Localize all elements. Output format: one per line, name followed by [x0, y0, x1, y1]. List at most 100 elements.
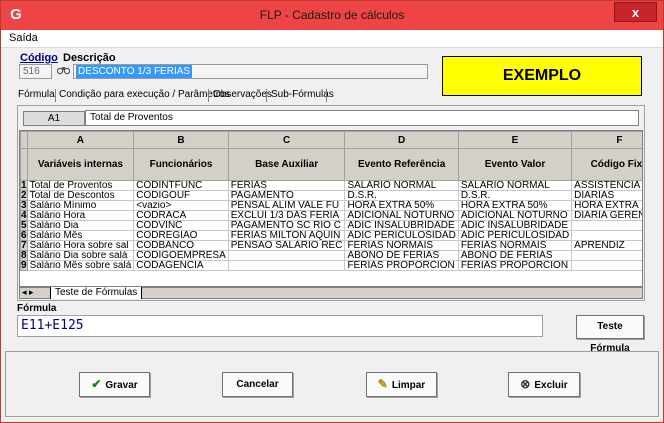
grid-cell[interactable]: PENSAO SALARIO REC: [227, 240, 346, 251]
grid-cell[interactable]: PAGAMENTO SC RIO C: [227, 220, 346, 231]
table-row[interactable]: 9 Salário Mês sobre salá CODAGENCIA FERIAS …: [20, 260, 642, 271]
grid-cell[interactable]: APRENDIZ: [571, 240, 642, 251]
checkmark-icon: ✔: [91, 377, 102, 391]
table-row[interactable]: 6 Salário Mês CODREGIAO FERIAS MILTON AQUIN…: [20, 230, 642, 241]
excluir-label: Excluir: [534, 380, 568, 391]
grid-cell[interactable]: CODIGOUF: [133, 190, 229, 201]
grid-cell[interactable]: [227, 260, 346, 271]
grid-cell[interactable]: CODINTFUNC: [133, 180, 229, 191]
formula-input[interactable]: E11+E125: [17, 315, 543, 337]
grid-cell[interactable]: FERIAS NORMAIS: [344, 240, 459, 251]
grid-cell[interactable]: CODAGENCIA: [133, 260, 229, 271]
grid-cell[interactable]: Salário Mês: [26, 230, 135, 241]
row-number[interactable]: 5: [20, 220, 28, 231]
column-header[interactable]: E: [457, 131, 573, 149]
tab-condicao[interactable]: Condição para execução / Parâmetros: [59, 89, 230, 100]
close-button[interactable]: x: [614, 2, 657, 22]
grid-cell[interactable]: <vazio>: [133, 200, 229, 211]
grid-cell[interactable]: D.S.R.: [457, 190, 573, 201]
limpar-button[interactable]: ✎ Limpar: [366, 372, 437, 397]
sheet-nav-arrows-icon[interactable]: ◂ ▸: [22, 287, 34, 298]
grid-cell[interactable]: Salário Mínimo: [26, 200, 135, 211]
grid-cell[interactable]: Total de Descontos: [26, 190, 135, 201]
tab-formula[interactable]: Fórmula: [18, 89, 55, 100]
column-header[interactable]: F: [571, 131, 642, 149]
row-number[interactable]: 3: [20, 200, 28, 211]
grid-cell[interactable]: [571, 230, 642, 241]
row-number[interactable]: 1: [20, 180, 28, 191]
grid-cell[interactable]: HORA EXTRA: [571, 200, 642, 211]
grid-cell[interactable]: ADIC INSALUBRIDADE: [457, 220, 573, 231]
grid-cell[interactable]: FERIAS NORMAIS: [457, 240, 573, 251]
column-header[interactable]: B: [133, 131, 229, 149]
grid-cell[interactable]: DIARIA GERENCIA: [571, 210, 642, 221]
column-header[interactable]: A: [26, 131, 135, 149]
row-number[interactable]: 8: [20, 250, 28, 261]
column-header[interactable]: D: [344, 131, 459, 149]
grid-cell[interactable]: Salário Mês sobre salá: [26, 260, 135, 271]
grid-cell[interactable]: CODIGOEMPRESA: [133, 250, 229, 261]
grid-cell[interactable]: Salário Hora: [26, 210, 135, 221]
table-row[interactable]: 5 Salário Dia CODVINC PAGAMENTO SC RIO C ADI…: [20, 220, 642, 231]
sheet-tab-teste[interactable]: Teste de Fórmulas: [50, 287, 143, 299]
row-number[interactable]: 4: [20, 210, 28, 221]
row-number[interactable]: 2: [20, 190, 28, 201]
grid-cell[interactable]: PENSAL ALIM VALE FU: [227, 200, 346, 211]
grid-cell[interactable]: D.S.R.: [344, 190, 459, 201]
grid-cell[interactable]: FERIAS MILTON AQUIN: [227, 230, 346, 241]
grid-cell[interactable]: CODVINC: [133, 220, 229, 231]
spreadsheet-grid[interactable]: A B C D E F Variáveis internas Funcionár…: [19, 130, 643, 287]
grid-cell[interactable]: ASSISTENCIA MED: [571, 180, 642, 191]
binoculars-icon[interactable]: [56, 65, 71, 79]
gravar-button[interactable]: ✔ Gravar: [79, 372, 150, 397]
table-row[interactable]: 8 Salário Dia sobre salá CODIGOEMPRESA ABON…: [20, 250, 642, 261]
column-header[interactable]: C: [227, 131, 346, 149]
grid-cell[interactable]: FERIAS PROPORCION: [457, 260, 573, 271]
grid-cell[interactable]: FERIAS: [227, 180, 346, 191]
row-number[interactable]: 7: [20, 240, 28, 251]
grid-cell[interactable]: ADIC PERICULOSIDAD: [457, 230, 573, 241]
table-row[interactable]: 3 Salário Mínimo <vazio> PENSAL ALIM VALE F…: [20, 200, 642, 211]
grid-cell[interactable]: ADIC PERICULOSIDAD: [344, 230, 459, 241]
grid-cell[interactable]: ADIC INSALUBRIDADE: [344, 220, 459, 231]
grid-cell[interactable]: SALARIO NORMAL: [344, 180, 459, 191]
codigo-field[interactable]: 516: [19, 64, 52, 79]
grid-cell[interactable]: [571, 220, 642, 231]
table-row[interactable]: 2 Total de Descontos CODIGOUF PAGAMENTO D.S.…: [20, 190, 642, 201]
grid-cell[interactable]: Total de Proventos: [26, 180, 135, 191]
table-row[interactable]: 7 Salário Hora sobre sal CODBANCO PENSAO SA…: [20, 240, 642, 251]
grid-cell[interactable]: EXCLUI 1/3 DAS FERIA: [227, 210, 346, 221]
grid-cell[interactable]: SALARIO NORMAL: [457, 180, 573, 191]
grid-cell[interactable]: PAGAMENTO: [227, 190, 346, 201]
cancelar-button[interactable]: Cancelar: [222, 372, 293, 397]
tab-sub-formulas[interactable]: Sub-Fórmulas: [271, 89, 334, 100]
grid-cell[interactable]: [571, 250, 642, 261]
grid-cell[interactable]: HORA EXTRA 50%: [344, 200, 459, 211]
tab-observacoes[interactable]: Observações: [213, 89, 272, 100]
cell-value-input[interactable]: Total de Proventos: [85, 110, 639, 126]
row-number[interactable]: 6: [20, 230, 28, 241]
grid-cell[interactable]: [571, 260, 642, 271]
grid-cell[interactable]: CODREGIAO: [133, 230, 229, 241]
grid-cell[interactable]: ABONO DE FERIAS: [344, 250, 459, 261]
menu-saida[interactable]: Saída: [9, 32, 38, 44]
grid-cell[interactable]: ADICIONAL NOTURNO: [344, 210, 459, 221]
grid-cell[interactable]: DIARIAS: [571, 190, 642, 201]
grid-cell[interactable]: CODBANCO: [133, 240, 229, 251]
grid-cell[interactable]: ADICIONAL NOTURNO: [457, 210, 573, 221]
table-row[interactable]: 1 Total de Proventos CODINTFUNC FERIAS SALAR…: [20, 180, 642, 191]
codigo-label: Código: [20, 52, 58, 64]
grid-cell[interactable]: Salário Hora sobre sal: [26, 240, 135, 251]
excluir-button[interactable]: ⊗ Excluir: [508, 372, 580, 397]
grid-cell[interactable]: FERIAS PROPORCION: [344, 260, 459, 271]
grid-cell[interactable]: HORA EXTRA 50%: [457, 200, 573, 211]
grid-cell[interactable]: Salário Dia: [26, 220, 135, 231]
table-row[interactable]: 4 Salário Hora CODRACA EXCLUI 1/3 DAS FERIA…: [20, 210, 642, 221]
grid-cell[interactable]: [227, 250, 346, 261]
teste-formula-button[interactable]: Teste Fórmula: [576, 315, 644, 354]
grid-cell[interactable]: ABONO DE FERIAS: [457, 250, 573, 261]
grid-cell[interactable]: Salário Dia sobre salá: [26, 250, 135, 261]
descricao-field[interactable]: DESCONTO 1/3 FERIAS: [73, 64, 428, 79]
row-number[interactable]: 9: [20, 260, 28, 271]
grid-cell[interactable]: CODRACA: [133, 210, 229, 221]
